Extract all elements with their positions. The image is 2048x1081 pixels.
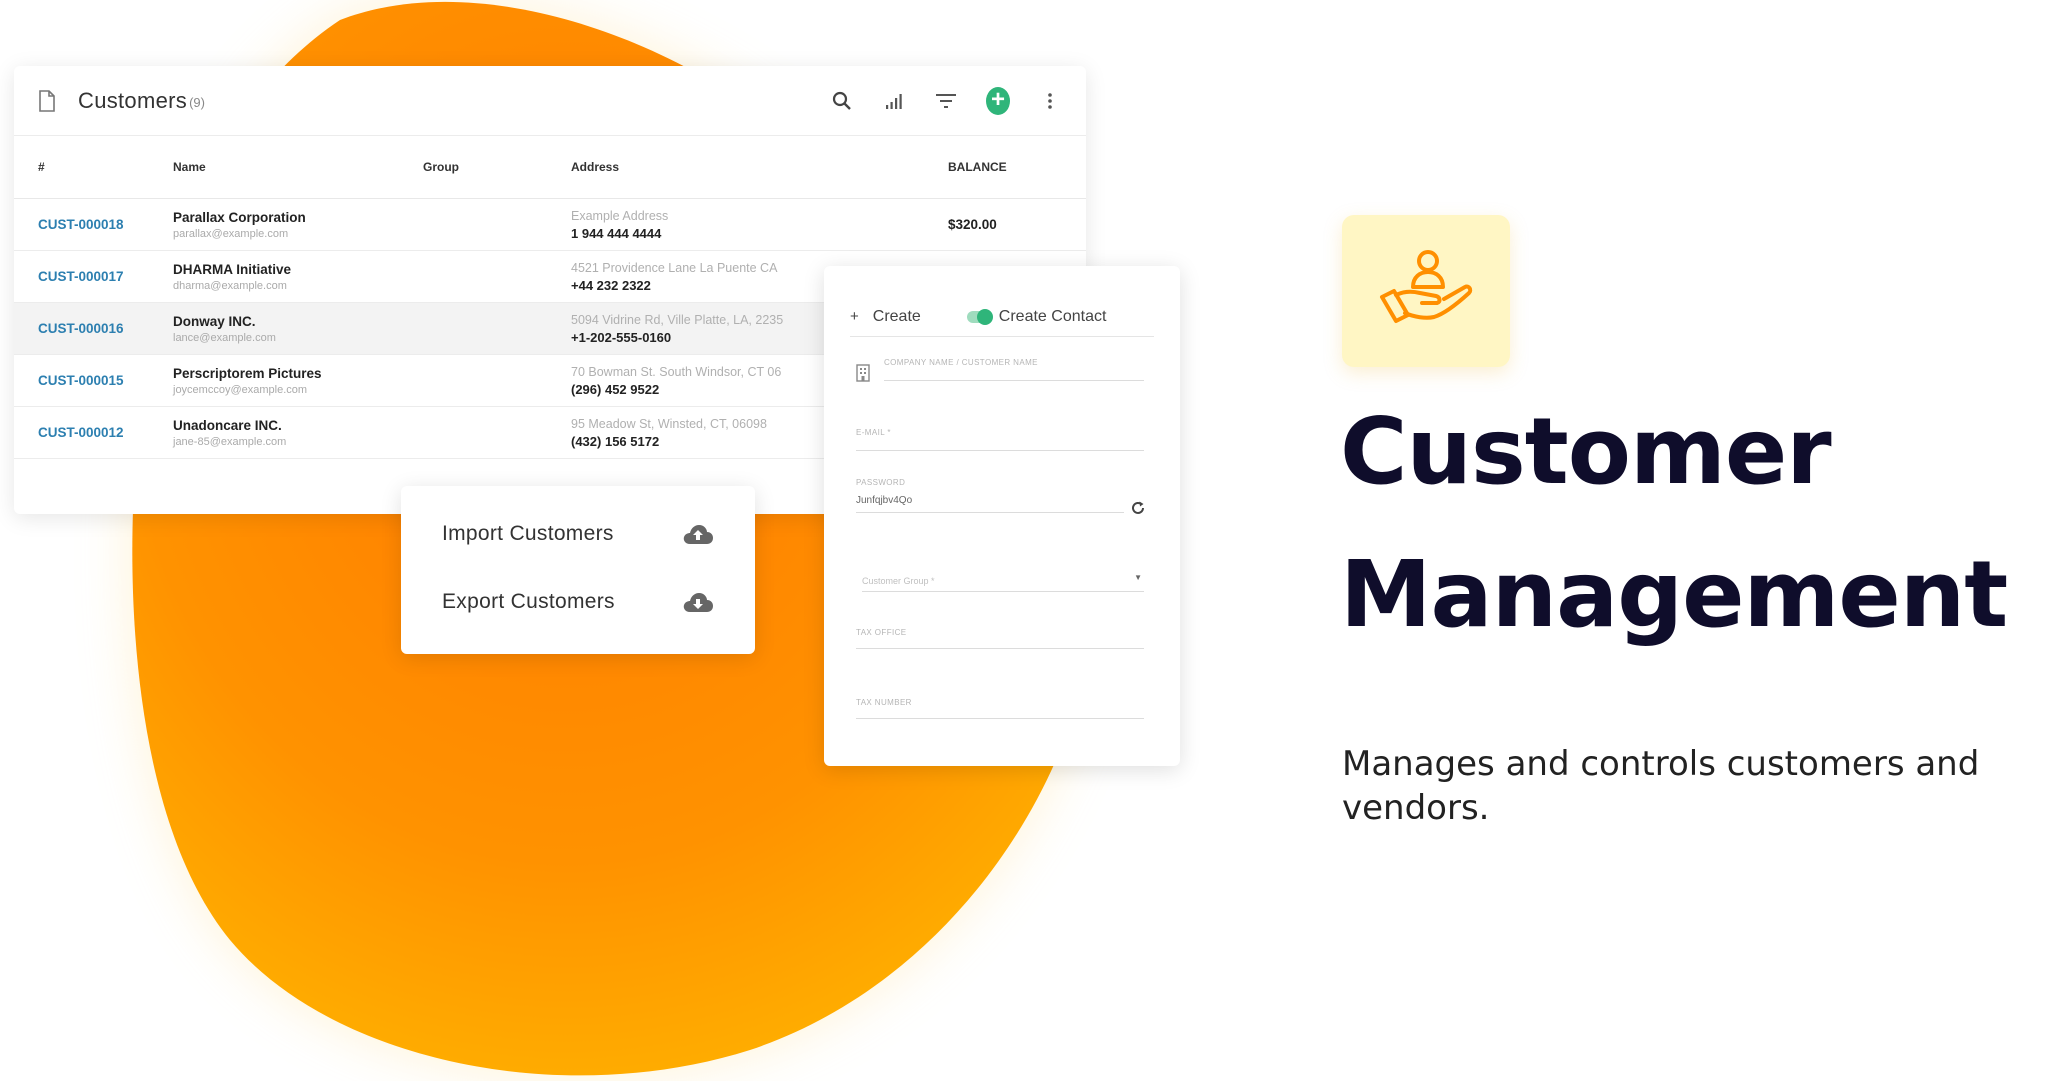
table-title: Customers xyxy=(78,87,188,113)
customer-name: Donway INC. xyxy=(173,313,256,329)
customer-id-link[interactable]: CUST-000018 xyxy=(14,198,173,251)
email-label: E-MAIL * xyxy=(856,428,891,437)
more-options-button[interactable] xyxy=(1038,89,1062,113)
customer-email: parallax@example.com xyxy=(173,227,289,240)
column-header-address[interactable]: Address xyxy=(571,136,948,199)
company-name-label: COMPANY NAME / CUSTOMER NAME xyxy=(884,358,1038,367)
password-label: PASSWORD xyxy=(856,478,906,487)
customer-group xyxy=(423,354,571,407)
customer-group-placeholder: Customer Group * xyxy=(862,576,935,586)
dropdown-arrow-icon: ▼ xyxy=(1134,573,1142,582)
password-value: Junfqjbv4Qo xyxy=(856,495,913,506)
customer-email: jane-85@example.com xyxy=(173,435,287,448)
form-header: + Create Create Contact xyxy=(850,298,1154,337)
table-header-bar: Customers (9) + xyxy=(14,66,1086,136)
column-header-balance[interactable]: BALANCE xyxy=(948,136,1086,199)
customer-group xyxy=(423,250,571,303)
table-header-row: # Name Group Address BALANCE xyxy=(14,136,1086,199)
hand-user-icon xyxy=(1380,250,1473,323)
customer-email: joycemccoy@example.com xyxy=(173,383,308,396)
customer-group-select[interactable]: Customer Group * ▼ xyxy=(862,571,1144,592)
create-contact-label: Create Contact xyxy=(998,308,1107,325)
tax-number-field[interactable]: TAX NUMBER xyxy=(856,698,1144,719)
table-actions: + xyxy=(830,86,1062,115)
customer-email: dharma@example.com xyxy=(173,279,287,292)
export-customers-label: Export Customers xyxy=(442,590,615,613)
import-export-menu: Import Customers Export Customers xyxy=(401,486,755,654)
customer-name: DHARMA Initiative xyxy=(173,261,292,277)
title-line-2: Management xyxy=(1340,541,2008,648)
signal-bars-icon xyxy=(886,93,902,109)
table-count: (9) xyxy=(189,95,205,110)
column-header-number[interactable]: # xyxy=(14,136,173,199)
column-header-name[interactable]: Name xyxy=(173,136,423,199)
filter-button[interactable] xyxy=(934,89,958,113)
company-name-field[interactable]: COMPANY NAME / CUSTOMER NAME xyxy=(884,358,1144,381)
import-customers-item[interactable]: Import Customers xyxy=(442,522,714,546)
create-contact-toggle[interactable] xyxy=(966,309,993,325)
add-customer-button[interactable]: + xyxy=(986,86,1010,115)
customer-id-link[interactable]: CUST-000012 xyxy=(14,406,173,459)
tax-number-label: TAX NUMBER xyxy=(856,698,912,707)
customer-group xyxy=(423,406,571,459)
customer-group xyxy=(423,302,571,355)
filter-icon xyxy=(936,93,956,108)
plus-icon: + xyxy=(850,308,859,325)
more-vert-icon xyxy=(1048,92,1052,109)
search-button[interactable] xyxy=(830,89,854,113)
tax-office-field[interactable]: TAX OFFICE xyxy=(856,628,1144,649)
refresh-icon[interactable] xyxy=(1130,500,1146,516)
customer-name: Parallax Corporation xyxy=(173,209,306,225)
email-field[interactable]: E-MAIL * xyxy=(856,428,1144,451)
customer-id-link[interactable]: CUST-000015 xyxy=(14,354,173,407)
add-icon: + xyxy=(986,86,1010,115)
create-customer-form: + Create Create Contact COMPANY NAME / CU… xyxy=(824,266,1180,766)
table-row[interactable]: CUST-000018 Parallax Corporation parallax… xyxy=(14,198,1086,251)
tax-office-label: TAX OFFICE xyxy=(856,628,907,637)
customer-phone: 1 944 444 4444 xyxy=(571,225,662,241)
customer-name: Perscriptorem Pictures xyxy=(173,365,322,381)
customer-email: lance@example.com xyxy=(173,331,276,344)
customer-id-link[interactable]: CUST-000017 xyxy=(14,250,173,303)
customer-name: Unadoncare INC. xyxy=(173,417,282,433)
stats-button[interactable] xyxy=(882,89,906,113)
password-field[interactable]: PASSWORD Junfqjbv4Qo xyxy=(856,478,1124,513)
cloud-download-icon xyxy=(683,593,713,612)
page-title: Customer Management xyxy=(1340,380,2020,666)
customer-group xyxy=(423,198,571,251)
export-customers-item[interactable]: Export Customers xyxy=(442,590,714,614)
feature-icon-tile xyxy=(1342,215,1510,367)
customer-address: Example Address xyxy=(571,208,669,223)
customer-balance: $320.00 xyxy=(948,198,1086,251)
create-button[interactable]: + Create xyxy=(850,308,921,326)
title-line-1: Customer xyxy=(1340,398,1832,505)
search-icon xyxy=(832,91,851,110)
building-icon xyxy=(856,364,870,382)
column-header-group[interactable]: Group xyxy=(423,136,571,199)
customer-id-link[interactable]: CUST-000016 xyxy=(14,302,173,355)
page-subtitle: Manages and controls customers and vendo… xyxy=(1342,744,1980,828)
import-customers-label: Import Customers xyxy=(442,522,614,545)
document-icon xyxy=(39,89,55,112)
create-label: Create xyxy=(872,308,921,325)
cloud-upload-icon xyxy=(683,525,713,544)
